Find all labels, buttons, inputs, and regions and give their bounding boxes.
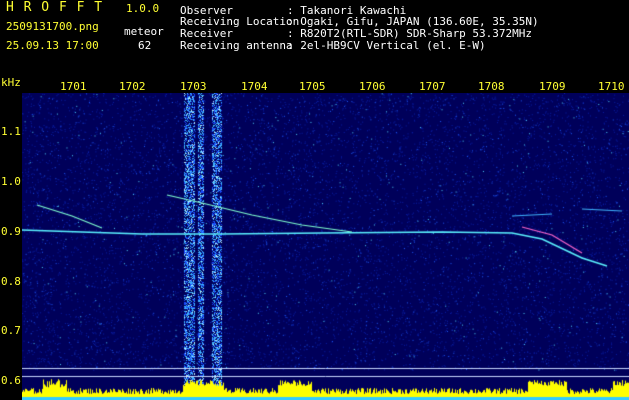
y-tick-0-7: 0.7 bbox=[1, 324, 21, 337]
counter-label: meteor bbox=[124, 25, 164, 38]
file-name: 2509131700.png bbox=[6, 20, 99, 33]
spectrogram-canvas bbox=[22, 93, 629, 400]
header-panel: H R O F F T 1.0.0 2509131700.png meteor … bbox=[0, 0, 629, 72]
y-tick-1-1: 1.1 bbox=[1, 125, 21, 138]
x-tick-1709: 1709 bbox=[539, 80, 566, 93]
antenna-label: Receiving antenna bbox=[180, 39, 293, 52]
x-tick-1701: 1701 bbox=[60, 80, 87, 93]
y-tick-0-9: 0.9 bbox=[1, 225, 21, 238]
x-tick-1706: 1706 bbox=[359, 80, 386, 93]
y-tick-1-0: 1.0 bbox=[1, 175, 21, 188]
x-tick-1702: 1702 bbox=[119, 80, 146, 93]
y-axis-unit: kHz bbox=[1, 76, 21, 89]
counter-value: 62 bbox=[138, 39, 152, 52]
app-name: H R O F F T bbox=[6, 0, 104, 15]
x-tick-1710: 1710 bbox=[598, 80, 625, 93]
x-tick-1705: 1705 bbox=[299, 80, 326, 93]
date-time: 25.09.13 17:00 bbox=[6, 39, 99, 52]
antenna-value: : 2el-HB9CV Vertical (el. E-W) bbox=[287, 39, 486, 52]
app-version: 1.0.0 bbox=[126, 2, 160, 15]
x-tick-1703: 1703 bbox=[180, 80, 207, 93]
x-tick-1704: 1704 bbox=[241, 80, 268, 93]
x-tick-1707: 1707 bbox=[419, 80, 446, 93]
y-tick-0-6: 0.6 bbox=[1, 374, 21, 387]
y-tick-0-8: 0.8 bbox=[1, 275, 21, 288]
x-tick-1708: 1708 bbox=[478, 80, 505, 93]
